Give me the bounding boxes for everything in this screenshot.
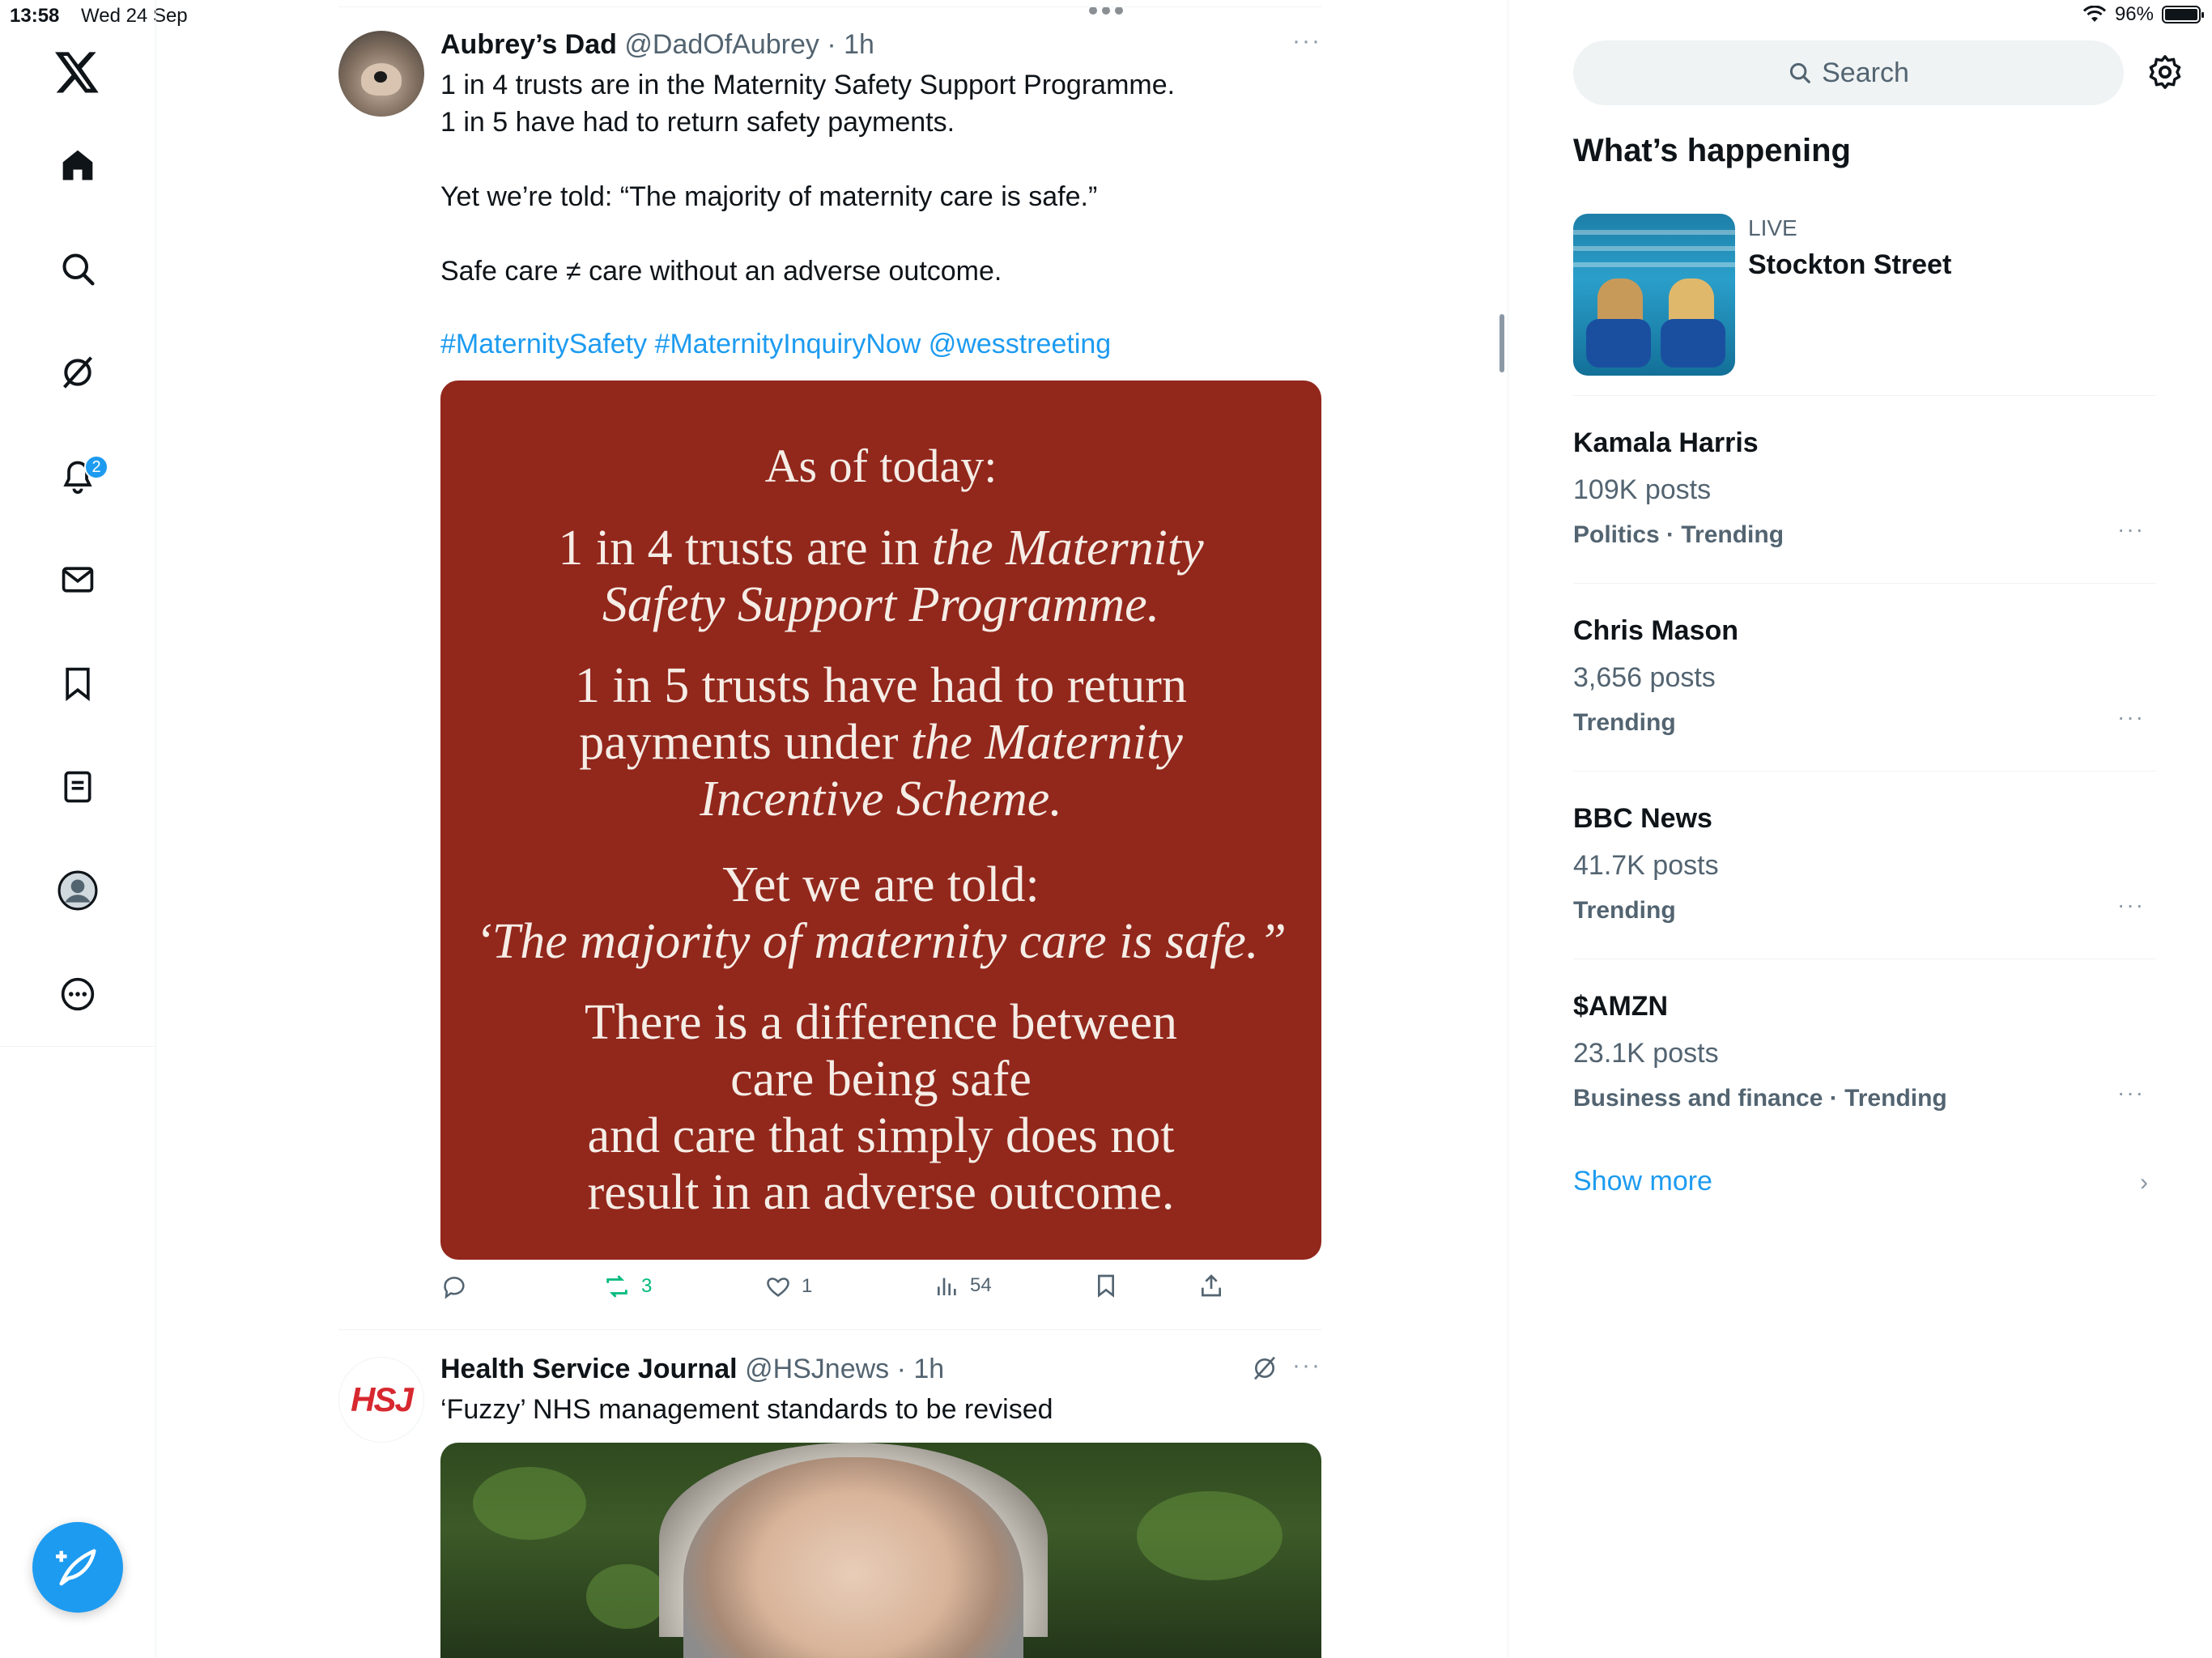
live-event-title[interactable]: Stockton Street xyxy=(1748,249,1951,281)
trend-item[interactable]: Chris Mason 3,656 posts Trending ··· xyxy=(1573,615,2156,777)
heart-icon xyxy=(767,1278,789,1297)
post-text-line: 1 in 5 have had to return safety payment… xyxy=(440,107,955,138)
trend-post-count: 109K posts xyxy=(1573,474,1712,505)
home-icon[interactable] xyxy=(45,133,110,198)
grok-explain-icon[interactable] xyxy=(1252,1355,1278,1385)
post-text-line: Safe care ≠ care without an adverse outc… xyxy=(440,256,1002,287)
views-bar-chart-icon xyxy=(938,1278,956,1295)
left-nav: 2 xyxy=(0,0,156,1658)
explore-search-icon[interactable] xyxy=(45,236,110,301)
post-more-icon[interactable]: ··· xyxy=(1292,1352,1321,1380)
trend-item[interactable]: BBC News 41.7K posts Trending ··· xyxy=(1573,803,2156,965)
search-placeholder: Search xyxy=(1822,57,1909,88)
trend-category: Trending xyxy=(1573,897,1676,924)
notifications-badge: 2 xyxy=(84,455,108,479)
like-count: 1 xyxy=(802,1275,813,1297)
more-circle-icon[interactable] xyxy=(45,962,110,1027)
grok-icon[interactable] xyxy=(45,340,110,405)
trend-item[interactable]: $AMZN 23.1K posts Business and finance ·… xyxy=(1573,991,2156,1153)
trend-more-icon[interactable]: ··· xyxy=(2117,517,2145,542)
trend-divider xyxy=(1573,771,2156,772)
post-header: Health Service Journal @HSJnews · 1h xyxy=(440,1354,944,1385)
card-quote: Yet we are told: ‘The majority of matern… xyxy=(475,857,1287,969)
hsj-avatar[interactable]: HSJ xyxy=(338,1357,424,1443)
hsj-logo: HSJ xyxy=(351,1380,414,1418)
trend-name: Chris Mason xyxy=(1573,615,1739,646)
search-icon xyxy=(1790,62,1810,83)
like-button[interactable]: 1 xyxy=(764,1273,812,1300)
bookmark-icon xyxy=(1098,1274,1114,1298)
trend-item[interactable]: Kamala Harris 109K posts Politics · Tren… xyxy=(1573,427,2156,589)
feed-scrollbar[interactable] xyxy=(1499,314,1504,372)
trend-name: $AMZN xyxy=(1573,991,1669,1022)
notifications-bell-icon[interactable]: 2 xyxy=(45,444,110,508)
views-button[interactable]: 54 xyxy=(934,1273,992,1299)
post-author-avatar[interactable] xyxy=(338,31,424,117)
search-bar[interactable]: Search xyxy=(1573,40,2124,105)
bookmark-button[interactable] xyxy=(1093,1273,1119,1299)
live-label: LIVE xyxy=(1748,215,1797,240)
nav-divider xyxy=(0,1046,156,1047)
post-text-line: ‘Fuzzy’ NHS management standards to be r… xyxy=(440,1394,1053,1425)
post-text-line: Yet we’re told: “The majority of materni… xyxy=(440,181,1098,212)
trend-more-icon[interactable]: ··· xyxy=(2117,1080,2145,1106)
trend-more-icon[interactable]: ··· xyxy=(2117,704,2145,730)
timeline[interactable]: Aubrey’s Dad @DadOfAubrey · 1h ··· 1 in … xyxy=(338,0,1321,1658)
post-photo[interactable] xyxy=(440,1443,1321,1658)
trend-post-count: 41.7K posts xyxy=(1573,850,1719,881)
settings-gear-icon[interactable] xyxy=(2146,53,2184,95)
post-header: Aubrey’s Dad @DadOfAubrey · 1h xyxy=(440,29,874,61)
live-event-thumbnail[interactable] xyxy=(1573,214,1735,376)
compose-feather-icon xyxy=(56,1549,96,1586)
chevron-right-icon: › xyxy=(2140,1169,2148,1196)
reply-icon xyxy=(444,1277,465,1299)
reply-button[interactable] xyxy=(440,1273,468,1300)
compose-post-button[interactable] xyxy=(32,1522,123,1613)
profile-avatar-icon[interactable] xyxy=(45,858,110,923)
card-stat-2: 1 in 5 trusts have had to return payment… xyxy=(575,658,1187,827)
author-handle[interactable]: @HSJnews · 1h xyxy=(745,1354,944,1384)
bookmarks-icon[interactable] xyxy=(45,651,110,716)
card-conclusion: There is a difference between care being… xyxy=(584,995,1178,1220)
share-button[interactable] xyxy=(1198,1273,1224,1299)
repost-button[interactable]: 3 xyxy=(602,1273,652,1300)
trend-more-icon[interactable]: ··· xyxy=(2117,892,2145,918)
trend-post-count: 23.1K posts xyxy=(1573,1038,1719,1069)
whats-happening-heading: What’s happening xyxy=(1573,133,1851,168)
post-actions: 3 1 54 xyxy=(440,1273,1321,1313)
messages-mail-icon[interactable] xyxy=(45,547,110,612)
post-image-card[interactable]: As of today: 1 in 4 trusts are in the Ma… xyxy=(440,380,1321,1260)
repost-count: 3 xyxy=(641,1275,653,1297)
author-name[interactable]: Health Service Journal xyxy=(440,1354,738,1384)
feed-top-divider xyxy=(338,6,1321,7)
card-stat-1: 1 in 4 trusts are in the Maternity Safet… xyxy=(558,521,1204,632)
right-sidebar: Search What’s happening LIVE Stockton St… xyxy=(1508,0,2212,1658)
author-handle[interactable]: @DadOfAubrey · 1h xyxy=(624,29,874,60)
post-hashtags[interactable]: #MaternitySafety #MaternityInquiryNow @w… xyxy=(440,329,1111,360)
post-divider xyxy=(338,1329,1321,1330)
show-more-link[interactable]: Show more xyxy=(1573,1166,1712,1197)
trend-name: Kamala Harris xyxy=(1573,427,1759,458)
lists-icon[interactable] xyxy=(45,755,110,819)
post-more-icon[interactable]: ··· xyxy=(1292,28,1321,55)
views-count: 54 xyxy=(970,1274,992,1296)
author-name[interactable]: Aubrey’s Dad xyxy=(440,29,617,60)
share-icon xyxy=(1202,1274,1221,1297)
trend-divider xyxy=(1573,583,2156,584)
trend-divider xyxy=(1573,395,2156,396)
repost-icon xyxy=(606,1275,627,1298)
trend-category: Business and finance · Trending xyxy=(1573,1085,1947,1112)
trend-post-count: 3,656 posts xyxy=(1573,662,1716,693)
trend-name: BBC News xyxy=(1573,803,1712,834)
x-logo-icon[interactable] xyxy=(45,40,110,105)
trend-category: Politics · Trending xyxy=(1573,521,1784,548)
card-heading: As of today: xyxy=(764,440,998,492)
post-text-line: 1 in 4 trusts are in the Maternity Safet… xyxy=(440,70,1176,100)
trend-category: Trending xyxy=(1573,709,1676,736)
